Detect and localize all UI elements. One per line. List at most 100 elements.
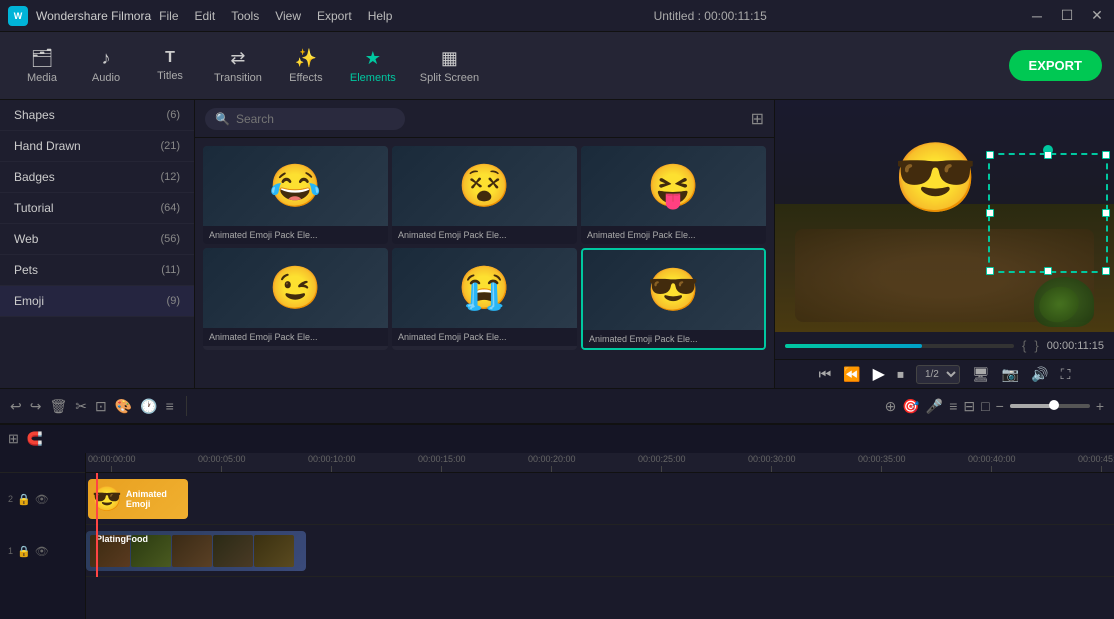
video-clip-block[interactable]: PlatingFood (86, 531, 306, 571)
time-display: 00:00:11:15 (1047, 340, 1104, 352)
track-type-icon[interactable]: ⊕ (885, 398, 897, 415)
emoji-clip-block[interactable]: 😎 Animated Emoji (88, 479, 188, 519)
menu-help[interactable]: Help (368, 9, 393, 23)
media-card-3[interactable]: 😝 Animated Emoji Pack Ele... (581, 146, 766, 244)
marker-icon[interactable]: 🎯 (902, 398, 919, 415)
media-card-4[interactable]: 😉 Animated Emoji Pack Ele... (203, 248, 388, 350)
sidebar-item-badges[interactable]: Badges (12) (0, 162, 194, 193)
menu-file[interactable]: File (159, 9, 178, 23)
web-label: Web (14, 232, 38, 246)
speed-select[interactable]: 1/2 1 2 (916, 365, 960, 384)
media-thumb-6: 😎 (583, 250, 764, 330)
preview-mode-button[interactable]: 🖥 (972, 366, 990, 383)
track1-lock-icon[interactable]: 🔒 (17, 545, 31, 558)
zoom-in-icon[interactable]: + (1096, 398, 1104, 414)
media-card-2[interactable]: 😵 Animated Emoji Pack Ele... (392, 146, 577, 244)
fullscreen-button[interactable]: ⛶ (1061, 366, 1071, 383)
media-thumb-4: 😉 (203, 248, 388, 328)
sidebar-item-shapes[interactable]: Shapes (6) (0, 100, 194, 131)
sidebar-item-handdrawn[interactable]: Hand Drawn (21) (0, 131, 194, 162)
track-lock-icon[interactable]: 🔒 (17, 493, 31, 506)
volume-button[interactable]: 🔊 (1031, 366, 1048, 383)
handle-tl[interactable] (986, 151, 994, 159)
emoji-crying: 😭 (458, 264, 510, 313)
redo-icon[interactable]: ↪ (30, 398, 42, 415)
voiceover-icon[interactable]: 🎤 (926, 398, 943, 415)
timeline-snap-icon[interactable]: ⊞ (8, 431, 19, 447)
search-box[interactable]: 🔍 (205, 108, 405, 130)
toolbar-splitscreen[interactable]: ▦ Split Screen (410, 42, 489, 90)
crop-icon[interactable]: ⊡ (95, 398, 107, 415)
export-button[interactable]: EXPORT (1009, 50, 1102, 81)
snapshot-button[interactable]: 📷 (1002, 366, 1019, 383)
sidebar: Shapes (6) Hand Drawn (21) Badges (12) T… (0, 100, 195, 388)
zoom-slider[interactable] (1010, 404, 1090, 408)
sidebar-item-emoji[interactable]: Emoji (9) (0, 286, 194, 317)
search-input[interactable] (236, 112, 395, 126)
toolbar-effects[interactable]: ✨ Effects (276, 42, 336, 90)
play-button[interactable]: ▶ (873, 364, 885, 384)
frame-back-button[interactable]: ⏪ (843, 366, 860, 383)
clip-video-label: PlatingFood (96, 534, 148, 544)
speed-icon[interactable]: 🕐 (140, 398, 157, 415)
menu-tools[interactable]: Tools (231, 9, 259, 23)
timeline-header: ⊞ 🧲 (0, 425, 1114, 453)
ruler-mark-40: 00:00:40:00 (968, 454, 1016, 472)
handle-bl[interactable] (986, 267, 994, 275)
menu-view[interactable]: View (275, 9, 301, 23)
handle-tr[interactable] (1102, 151, 1110, 159)
main-content: Shapes (6) Hand Drawn (21) Badges (12) T… (0, 100, 1114, 388)
toolbar-titles[interactable]: T Titles (140, 43, 200, 88)
sidebar-item-web[interactable]: Web (56) (0, 224, 194, 255)
selection-container[interactable]: 😎 (883, 128, 1003, 243)
menu-edit[interactable]: Edit (195, 9, 216, 23)
elements-icon: ★ (365, 48, 381, 69)
media-card-1[interactable]: 😂 Animated Emoji Pack Ele... (203, 146, 388, 244)
media-card-5[interactable]: 😭 Animated Emoji Pack Ele... (392, 248, 577, 350)
toolbar-media[interactable]: 🗂 Media (12, 42, 72, 90)
ruler-mark-10: 00:00:10:00 (308, 454, 356, 472)
handle-bc[interactable] (1044, 267, 1052, 275)
timeline-cursor[interactable] (96, 473, 98, 577)
tutorial-label: Tutorial (14, 201, 54, 215)
handle-tc[interactable] (1044, 151, 1052, 159)
skip-back-button[interactable]: ⏮ (819, 366, 832, 383)
stop-button[interactable]: ⏹ (897, 366, 904, 383)
menu-export[interactable]: Export (317, 9, 352, 23)
select-icon[interactable]: □ (981, 398, 989, 414)
handle-ml[interactable] (986, 209, 994, 217)
handle-br[interactable] (1102, 267, 1110, 275)
track1-eye-icon[interactable]: 👁 (35, 545, 49, 558)
sidebar-item-tutorial[interactable]: Tutorial (64) (0, 193, 194, 224)
media-label-2: Animated Emoji Pack Ele... (392, 226, 577, 244)
toolbar-elements[interactable]: ★ Elements (340, 42, 406, 90)
toolbar-audio[interactable]: ♪ Audio (76, 42, 136, 90)
preview-controls: { } 00:00:11:15 (775, 332, 1114, 359)
color-icon[interactable]: 🎨 (115, 398, 132, 415)
toolbar-transition[interactable]: ⇄ Transition (204, 42, 272, 90)
media-icon: 🗂 (31, 48, 54, 69)
grid-toggle-icon[interactable]: ⊞ (751, 109, 764, 129)
cut-icon[interactable]: ✂ (75, 398, 87, 415)
track-label-2: 2 🔒 👁 (0, 473, 86, 525)
ruler-mark-5: 00:00:05:00 (198, 454, 246, 472)
timeline-magnet-icon[interactable]: 🧲 (27, 431, 43, 447)
audio-mix-icon[interactable]: ≡ (166, 398, 174, 414)
minimize-icon[interactable]: ─ (1028, 8, 1046, 24)
restore-icon[interactable]: ☐ (1058, 7, 1076, 24)
clip-emoji-label: Animated Emoji (126, 489, 184, 509)
sidebar-item-pets[interactable]: Pets (11) (0, 255, 194, 286)
close-icon[interactable]: ✕ (1088, 7, 1106, 24)
media-thumb-3: 😝 (581, 146, 766, 226)
handle-mr[interactable] (1102, 209, 1110, 217)
zoom-out-icon[interactable]: − (996, 398, 1004, 414)
undo-icon[interactable]: ↩ (10, 398, 22, 415)
deselect-icon[interactable]: ⊟ (963, 398, 975, 415)
progress-bar[interactable] (785, 344, 1014, 348)
media-card-6[interactable]: 😎 Animated Emoji Pack Ele... (581, 248, 766, 350)
delete-icon[interactable]: 🗑 (49, 398, 67, 415)
mixer-icon[interactable]: ≡ (949, 398, 957, 414)
track-eye-icon[interactable]: 👁 (35, 493, 49, 506)
preview-video: 😎 (775, 100, 1114, 332)
zoom-controls: ⊕ 🎯 🎤 ≡ ⊟ □ − + (885, 398, 1104, 415)
